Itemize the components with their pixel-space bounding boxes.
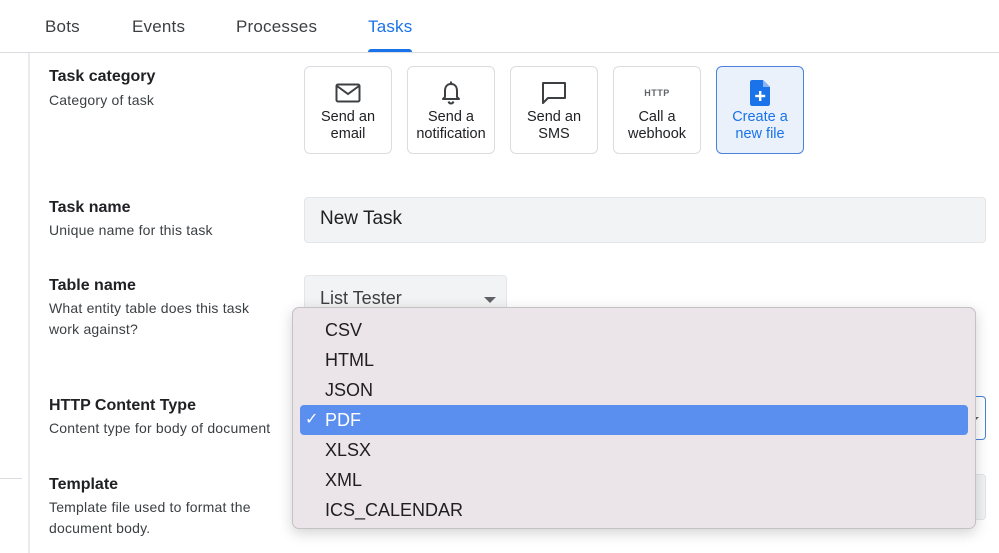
category-send-sms[interactable]: Send an SMS [510, 66, 598, 154]
category-label: Call a webhook [627, 109, 687, 142]
option-html[interactable]: HTML [300, 345, 968, 375]
task-name-desc: Unique name for this task [49, 222, 213, 238]
http-icon: HTTP [614, 79, 700, 107]
http-content-type-title: HTTP Content Type [49, 397, 196, 414]
chevron-down-icon [484, 297, 496, 303]
category-send-notification[interactable]: Send a notification [407, 66, 495, 154]
option-pdf[interactable]: ✓ PDF [300, 405, 968, 435]
task-category-desc: Category of task [49, 92, 155, 108]
option-label: PDF [325, 410, 361, 430]
task-name-title: Task name [49, 199, 131, 216]
tab-bots[interactable]: Bots [45, 17, 80, 37]
table-name-title: Table name [49, 277, 136, 294]
chat-icon [511, 79, 597, 107]
http-icon-text: HTTP [644, 88, 670, 98]
template-desc: Template file used to format the documen… [49, 499, 251, 536]
category-call-webhook[interactable]: HTTP Call a webhook [613, 66, 701, 154]
bell-icon [408, 79, 494, 107]
content-rail [28, 53, 30, 553]
table-name-value: List Tester [320, 288, 402, 308]
task-name-input[interactable]: New Task [304, 197, 986, 243]
option-csv[interactable]: CSV [300, 315, 968, 345]
email-icon [305, 79, 391, 107]
option-xlsx[interactable]: XLSX [300, 435, 968, 465]
tab-events[interactable]: Events [132, 17, 185, 37]
category-label: Send an SMS [526, 109, 582, 142]
option-json[interactable]: JSON [300, 375, 968, 405]
option-label: XLSX [325, 440, 372, 460]
tab-bar: Bots Events Processes Tasks [0, 0, 999, 53]
option-xml[interactable]: XML [300, 465, 968, 495]
template-title: Template [49, 476, 119, 493]
category-send-email[interactable]: Send an email [304, 66, 392, 154]
option-label: XML [325, 470, 363, 490]
category-label: Create a new file [732, 109, 788, 142]
option-ics-calendar[interactable]: ICS_CALENDAR [300, 495, 968, 525]
category-create-file[interactable]: Create a new file [716, 66, 804, 154]
active-tab-indicator [368, 49, 412, 52]
tab-tasks[interactable]: Tasks [368, 17, 412, 37]
option-label: HTML [325, 350, 374, 370]
task-category-title: Task category [49, 68, 156, 85]
option-label: CSV [325, 320, 363, 340]
category-label: Send a notification [416, 109, 486, 142]
side-divider [0, 478, 22, 479]
http-content-type-desc: Content type for body of document [49, 420, 271, 436]
option-label: ICS_CALENDAR [325, 500, 464, 520]
content-type-dropdown-menu: CSV HTML JSON ✓ PDF XLSX XML ICS_CALENDAR [292, 307, 976, 529]
check-icon: ✓ [305, 411, 319, 428]
option-label: JSON [325, 380, 374, 400]
table-name-desc: What entity table does this task work ag… [49, 300, 250, 337]
tab-processes[interactable]: Processes [236, 17, 317, 37]
category-label: Send an email [320, 109, 376, 142]
new-file-icon [717, 79, 803, 107]
